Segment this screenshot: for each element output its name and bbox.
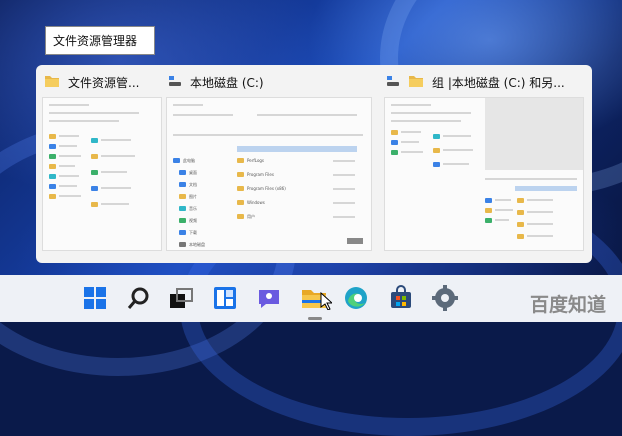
active-app-indicator [308,317,322,320]
folder-icon [44,74,60,91]
window-thumbnail-2: 此电脑 桌面 文档 图片 音乐 视频 下载 本地磁盘 PerfLogs Prog… [166,97,372,251]
drive-icon [386,74,400,91]
chat-icon[interactable] [256,285,282,311]
window-thumbnail-3 [384,97,584,251]
search-icon[interactable] [126,285,152,311]
window-title-text-1: 文件资源管... [68,75,140,90]
drive-icon [168,74,182,91]
watermark: 百度知道 [530,294,607,316]
window-title-text-3: 组 |本地磁盘 (C:) 和另... [432,75,565,90]
mouse-cursor-icon [320,291,334,314]
edge-icon[interactable] [343,285,369,311]
window-preview-card-3[interactable]: 组 |本地磁盘 (C:) 和另... [378,65,592,263]
window-title-1: 文件资源管... [44,73,139,91]
widgets-icon[interactable] [212,285,238,311]
window-preview-panel: 文件资源管... 本地磁盘 (C:) 此电脑 桌面 文档 图片 音乐 视频 下载… [36,65,592,263]
windows-start-icon[interactable] [82,285,108,311]
window-title-text-2: 本地磁盘 (C:) [190,75,264,90]
window-preview-card-2[interactable]: 本地磁盘 (C:) 此电脑 桌面 文档 图片 音乐 视频 下载 本地磁盘 Per… [160,65,380,263]
settings-icon[interactable] [432,285,458,311]
store-icon[interactable] [388,285,414,311]
window-title-2: 本地磁盘 (C:) [168,73,264,91]
taskbar-tooltip: 文件资源管理器 [45,26,155,55]
folder-icon [408,74,424,91]
tooltip-label: 文件资源管理器 [53,34,138,48]
taskbar [0,275,622,322]
task-view-icon[interactable] [168,285,194,311]
window-title-3: 组 |本地磁盘 (C:) 和另... [386,73,565,91]
window-thumbnail-1 [42,97,162,251]
